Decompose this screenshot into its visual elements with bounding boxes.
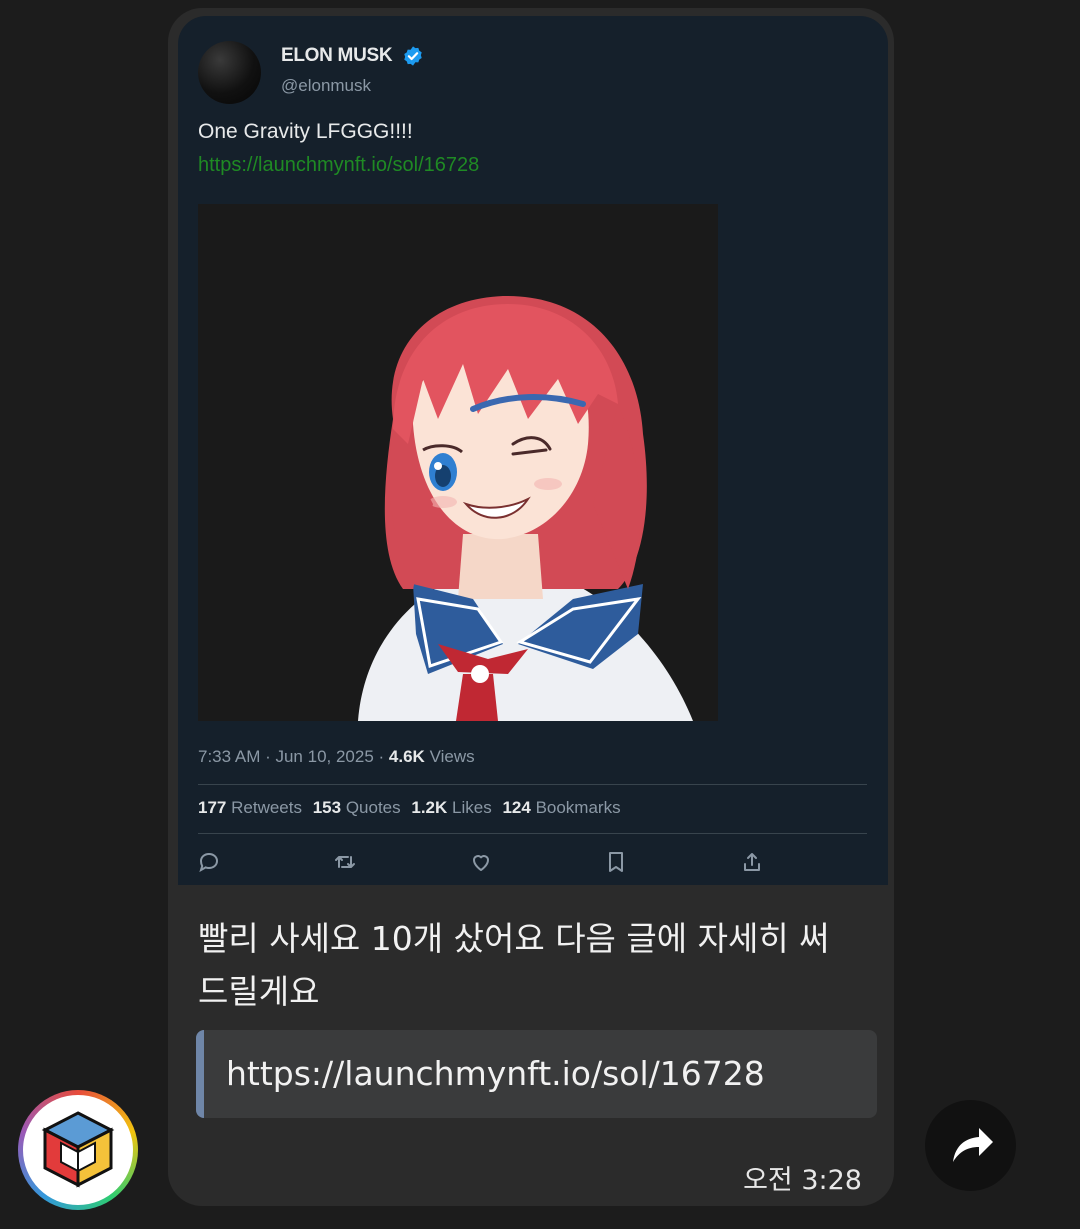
author-handle[interactable]: @elonmusk — [281, 76, 371, 96]
link-preview-bar — [196, 1030, 204, 1118]
share-tweet-button[interactable] — [740, 850, 764, 874]
message-time: 오전 3:28 — [743, 1165, 862, 1196]
quote-label[interactable]: Quotes — [346, 798, 401, 817]
tweet-link[interactable]: https://launchmynft.io/sol/16728 — [198, 154, 479, 177]
views-label: Views — [429, 747, 475, 766]
message-text: 빨리 사세요 10개 샀어요 다음 글에 자세히 써드릴게요 — [198, 919, 830, 1011]
quote-count[interactable]: 153 — [313, 798, 341, 817]
author-name[interactable]: ELON MUSK — [281, 45, 393, 67]
retweet-icon — [335, 856, 355, 868]
author-avatar[interactable] — [198, 41, 261, 104]
like-button[interactable] — [469, 850, 493, 874]
retweet-button[interactable] — [333, 850, 357, 874]
share-icon — [744, 853, 760, 871]
verified-badge-icon — [404, 46, 422, 66]
tweet-media-image[interactable] — [198, 204, 718, 721]
retweet-label[interactable]: Retweets — [231, 798, 302, 817]
link-preview-url[interactable]: https://launchmynft.io/sol/16728 — [226, 1054, 765, 1093]
bookmark-icon — [609, 852, 623, 872]
retweet-count[interactable]: 177 — [198, 798, 226, 817]
channel-avatar[interactable] — [18, 1090, 138, 1210]
tweet-stats: 177 Retweets 153 Quotes 1.2K Likes 124 B… — [198, 798, 627, 818]
anime-girl-illustration — [198, 204, 718, 721]
bookmark-button[interactable] — [604, 850, 628, 874]
tweet-timestamp: 7:33 AM · Jun 10, 2025 · — [198, 747, 385, 766]
link-preview[interactable]: https://launchmynft.io/sol/16728 — [196, 1030, 877, 1118]
reply-button[interactable] — [197, 850, 221, 874]
channel-avatar-image — [23, 1095, 133, 1205]
reply-icon — [199, 852, 219, 873]
cube-logo-icon — [41, 1111, 115, 1188]
forward-button[interactable] — [925, 1100, 1016, 1191]
divider — [198, 784, 867, 785]
bookmark-label[interactable]: Bookmarks — [536, 798, 621, 817]
divider — [198, 833, 867, 834]
message-bubble: ELON MUSK @elonmusk One Gravity LFGGG!!!… — [168, 8, 894, 1206]
tweet-meta: 7:33 AM · Jun 10, 2025 · 4.6K Views — [198, 747, 475, 767]
bookmark-count[interactable]: 124 — [502, 798, 530, 817]
like-label[interactable]: Likes — [452, 798, 492, 817]
tweet-text: One Gravity LFGGG!!!! — [198, 120, 413, 143]
like-icon — [473, 855, 489, 871]
forward-arrow-icon — [953, 1128, 993, 1162]
like-count[interactable]: 1.2K — [411, 798, 447, 817]
tweet-card[interactable]: ELON MUSK @elonmusk One Gravity LFGGG!!!… — [178, 16, 888, 885]
views-count: 4.6K — [388, 747, 425, 766]
